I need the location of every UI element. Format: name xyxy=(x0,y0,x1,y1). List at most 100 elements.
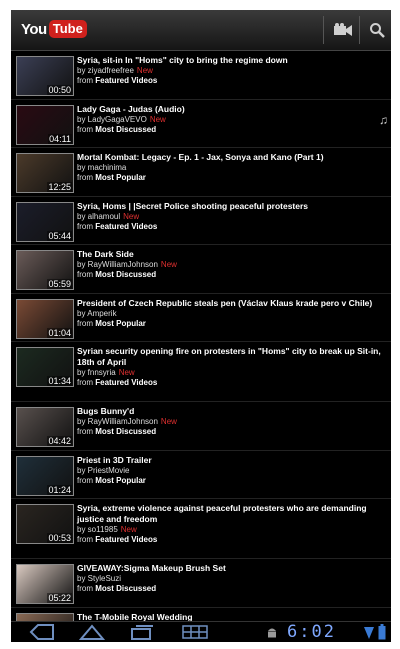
video-uploader: by so11985 New xyxy=(77,525,383,535)
video-title: Bugs Bunny'd xyxy=(77,406,135,416)
video-info: The T-Mobile Royal Weddingby lifesforsha… xyxy=(77,612,383,622)
video-thumbnail[interactable]: 05:44 xyxy=(16,201,74,242)
wifi-signal-icon xyxy=(364,627,374,639)
video-list[interactable]: 00:50 Syria, sit-in In "Homs" city to bri… xyxy=(11,51,391,621)
video-list-item[interactable]: 01:34 Syrian security opening fire on pro… xyxy=(11,342,391,402)
video-thumbnail[interactable]: 04:42 xyxy=(16,407,74,447)
from-label: from xyxy=(77,584,93,593)
video-list-item[interactable]: 00:53 Syria, extreme violence against pea… xyxy=(11,499,391,559)
video-title: The T-Mobile Royal Wedding xyxy=(77,611,193,622)
video-uploader: by StyleSuzi xyxy=(77,574,383,584)
system-navigation-bar: 6:02 xyxy=(11,621,391,642)
new-badge: New xyxy=(160,417,177,426)
from-label: from xyxy=(77,427,93,436)
video-thumbnail[interactable]: 01:24 xyxy=(16,455,74,496)
recent-apps-button[interactable] xyxy=(129,624,155,642)
from-label: from xyxy=(77,76,93,85)
video-list-item[interactable]: 04:11 Lady Gaga - Judas (Audio) by LadyGag… xyxy=(11,100,391,148)
video-thumbnail[interactable]: 01:04 xyxy=(16,298,74,339)
video-list-item[interactable]: 01:04 President of Czech Republic steals … xyxy=(11,294,391,342)
uploader-name: by RayWilliamJohnson xyxy=(77,417,158,426)
category-name: Most Popular xyxy=(95,318,146,328)
video-thumbnail[interactable]: 04:11 xyxy=(16,104,74,145)
back-icon xyxy=(29,624,54,640)
battery-indicator xyxy=(378,624,386,642)
video-category: from Most Discussed xyxy=(77,427,383,437)
video-title: Syria, sit-in In "Homs" city to bring th… xyxy=(77,55,288,65)
category-name: Most Discussed xyxy=(95,270,157,279)
video-thumbnail[interactable]: 12:25 xyxy=(16,153,74,193)
uploader-name: by machinima xyxy=(77,163,127,172)
video-category: from Most Discussed xyxy=(77,125,383,135)
new-badge: New xyxy=(118,368,135,377)
logo-tube: Tube xyxy=(48,20,87,38)
video-info: Mortal Kombat: Legacy - Ep. 1 - Jax, Son… xyxy=(77,152,383,183)
search-icon xyxy=(370,23,385,38)
video-category: from Featured Videos xyxy=(77,222,383,232)
video-category: from Featured Videos xyxy=(77,535,383,545)
video-thumbnail[interactable]: 05:59 xyxy=(16,250,74,290)
video-thumbnail[interactable]: 05:22 xyxy=(16,564,74,604)
home-icon xyxy=(78,624,106,640)
grid-menu-icon xyxy=(182,625,208,639)
battery-icon xyxy=(378,624,386,640)
header-separator xyxy=(359,16,360,44)
video-list-item[interactable]: 12:25 Mortal Kombat: Legacy - Ep. 1 - Jax… xyxy=(11,148,391,197)
video-thumbnail[interactable]: 00:50 xyxy=(16,56,74,96)
video-list-item[interactable]: 05:44 Syria, Homs | |Secret Police shooti… xyxy=(11,197,391,245)
device-screen: You Tube 00:50 Syria, sit-in In "Homs" ci… xyxy=(11,10,391,642)
video-category: from Most Discussed xyxy=(77,584,383,594)
category-name: Featured Videos xyxy=(95,221,158,231)
new-badge: New xyxy=(160,260,177,269)
category-name: Featured Videos xyxy=(95,378,158,387)
video-duration: 01:34 xyxy=(47,376,72,386)
video-uploader: by Amperik xyxy=(77,309,383,319)
menu-button[interactable] xyxy=(181,624,209,642)
video-list-item[interactable]: 04:42 Bugs Bunny'd by RayWilliamJohnson New… xyxy=(11,402,391,451)
video-title: President of Czech Republic steals pen (… xyxy=(77,297,373,308)
video-info: Priest in 3D Trailer by PriestMovie from M… xyxy=(77,455,383,486)
video-duration: 05:22 xyxy=(47,593,72,603)
video-title: Syrian security opening fire on proteste… xyxy=(77,346,381,367)
video-thumbnail[interactable]: 02:13 xyxy=(16,612,74,621)
video-list-item[interactable]: 05:22 GIVEAWAY:Sigma Makeup Brush Set by S… xyxy=(11,559,391,608)
category-name: Most Popular xyxy=(95,475,146,485)
uploader-name: by LadyGagaVEVO xyxy=(77,114,147,124)
back-button[interactable] xyxy=(29,624,55,642)
from-label: from xyxy=(77,535,93,544)
video-uploader: by RayWilliamJohnson New xyxy=(77,417,383,427)
debug-notification[interactable] xyxy=(266,626,278,642)
video-uploader: by ziyadfreefree New xyxy=(77,66,383,76)
video-info: GIVEAWAY:Sigma Makeup Brush Set by StyleS… xyxy=(77,563,383,594)
from-label: from xyxy=(77,475,93,485)
uploader-name: by StyleSuzi xyxy=(77,574,122,583)
home-button[interactable] xyxy=(78,624,106,642)
video-title: Lady Gaga - Judas (Audio) xyxy=(77,103,185,114)
uploader-name: by ziyadfreefree xyxy=(77,66,134,75)
youtube-logo[interactable]: You Tube xyxy=(21,20,87,38)
video-info: Bugs Bunny'd by RayWilliamJohnson New from … xyxy=(77,406,383,437)
video-thumbnail[interactable]: 01:34 xyxy=(16,347,74,387)
record-video-button[interactable] xyxy=(329,16,357,44)
android-icon xyxy=(268,628,276,638)
video-thumbnail[interactable]: 00:53 xyxy=(16,504,74,544)
wifi-indicator xyxy=(364,625,374,642)
video-uploader: by alhamoul New xyxy=(77,212,383,222)
category-name: Most Discussed xyxy=(95,124,157,134)
video-title: The Dark Side xyxy=(77,249,134,259)
video-uploader: by LadyGagaVEVO New xyxy=(77,115,383,125)
video-list-item[interactable]: 05:59 The Dark Side by RayWilliamJohnson Ne… xyxy=(11,245,391,294)
video-uploader: by PriestMovie xyxy=(77,466,383,476)
video-category: from Most Popular xyxy=(77,476,383,486)
video-duration: 04:11 xyxy=(48,133,72,144)
video-duration: 12:25 xyxy=(47,182,72,192)
video-info: Syria, extreme violence against peaceful… xyxy=(77,503,383,545)
uploader-name: by so11985 xyxy=(77,525,118,534)
video-info: Syrian security opening fire on proteste… xyxy=(77,346,383,388)
search-button[interactable] xyxy=(363,16,391,44)
video-list-item[interactable]: 01:24 Priest in 3D Trailer by PriestMovie f… xyxy=(11,451,391,499)
from-label: from xyxy=(77,378,93,387)
video-list-item[interactable]: 00:50 Syria, sit-in In "Homs" city to bri… xyxy=(11,51,391,100)
video-list-item[interactable]: 02:13The T-Mobile Royal Weddingby lifesf… xyxy=(11,608,391,622)
video-category: from Featured Videos xyxy=(77,378,383,388)
